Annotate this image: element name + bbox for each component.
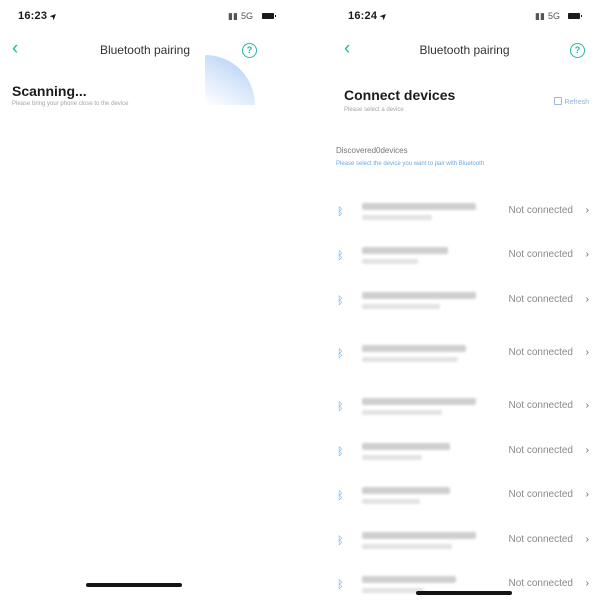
device-id-redacted [362,499,420,504]
connect-devices-subtitle: Please select a device [344,107,404,113]
device-list-screen: 16:24➤ ▮▮ 5G ‹ Bluetooth pairing ? Conne… [318,0,601,603]
scanning-title: Scanning... [12,83,87,99]
device-name-redacted [362,345,466,352]
chevron-right-icon: › [585,400,589,411]
device-row[interactable]: ᛒ Not connected › [318,388,601,428]
device-name-redacted [362,576,456,583]
refresh-label: Refresh [564,99,589,106]
scanning-screen: 16:23➤ ▮▮ 5G ‹ Bluetooth pairing ? Scann… [0,0,290,603]
chevron-right-icon: › [585,347,589,358]
nav-bar: ‹ Bluetooth pairing ? [318,38,601,62]
device-connection-status: Not connected [508,445,574,456]
device-row[interactable]: ᛒ Not connected › [318,237,601,277]
bluetooth-icon: ᛒ [337,206,344,218]
signal-icon: ▮▮ [535,11,545,21]
scan-radar-graphic [205,55,255,105]
device-name-redacted [362,203,476,210]
device-id-redacted [362,215,432,220]
device-name-redacted [362,398,476,405]
bluetooth-icon: ᛒ [337,490,344,502]
refresh-button[interactable]: Refresh [554,97,589,106]
device-connection-status: Not connected [508,294,574,305]
device-row[interactable]: ᛒ Not connected › [318,282,601,322]
device-row[interactable]: ᛒ Not connected › [318,193,601,233]
device-id-redacted [362,455,422,460]
device-id-redacted [362,304,440,309]
bluetooth-icon: ᛒ [337,401,344,413]
chevron-right-icon: › [585,534,589,545]
device-row[interactable]: ᛒ Not connected › [318,522,601,562]
device-id-redacted [362,410,442,415]
question-circle-icon[interactable]: ? [570,43,585,58]
location-arrow-icon: ➤ [47,9,60,23]
bluetooth-icon: ᛒ [337,535,344,547]
signal-icon: ▮▮ [228,11,238,21]
question-circle-icon[interactable]: ? [242,43,257,58]
chevron-right-icon: › [585,578,589,589]
page-title: Bluetooth pairing [419,43,510,57]
device-name-redacted [362,487,450,494]
connect-devices-title: Connect devices [344,87,456,103]
network-label: 5G [241,11,254,21]
chevron-right-icon: › [585,205,589,216]
chevron-right-icon: › [585,249,589,260]
device-row[interactable]: ᛒ Not connected › [318,335,601,375]
device-connection-status: Not connected [508,489,574,500]
device-name-redacted [362,532,476,539]
bluetooth-icon: ᛒ [337,250,344,262]
bluetooth-icon: ᛒ [337,446,344,458]
bluetooth-icon: ᛒ [337,295,344,307]
discovered-devices-subtitle: Please select the device you want to pai… [336,161,485,167]
status-bar: 16:24➤ ▮▮ 5G [318,10,601,26]
chevron-right-icon: › [585,445,589,456]
nav-bar: ‹ Bluetooth pairing ? [0,38,290,62]
location-arrow-icon: ➤ [377,9,390,23]
device-connection-status: Not connected [508,205,574,216]
battery-icon [262,13,276,19]
device-connection-status: Not connected [508,249,574,260]
battery-icon [568,13,582,19]
refresh-icon [554,97,563,105]
status-time: 16:24➤ [348,9,390,23]
chevron-right-icon: › [585,294,589,305]
device-id-redacted [362,544,452,549]
bluetooth-icon: ᛒ [337,579,344,591]
device-name-redacted [362,247,448,254]
device-id-redacted [362,588,424,593]
scanning-subtitle: Please bring your phone close to the dev… [12,101,129,107]
device-name-redacted [362,292,476,299]
home-indicator [416,591,512,595]
device-connection-status: Not connected [508,578,574,589]
device-row[interactable]: ᛒ Not connected › [318,566,601,603]
device-name-redacted [362,443,450,450]
device-id-redacted [362,357,458,362]
bluetooth-icon: ᛒ [337,348,344,360]
home-indicator [86,583,182,587]
status-time: 16:23➤ [18,9,60,23]
discovered-devices-title: Discovered0devices [336,146,408,155]
network-label: 5G [548,11,561,21]
device-connection-status: Not connected [508,400,574,411]
device-row[interactable]: ᛒ Not connected › [318,477,601,517]
device-connection-status: Not connected [508,534,574,545]
device-row[interactable]: ᛒ Not connected › [318,433,601,473]
device-id-redacted [362,259,418,264]
chevron-right-icon: › [585,489,589,500]
device-connection-status: Not connected [508,347,574,358]
status-bar: 16:23➤ ▮▮ 5G [0,10,290,26]
